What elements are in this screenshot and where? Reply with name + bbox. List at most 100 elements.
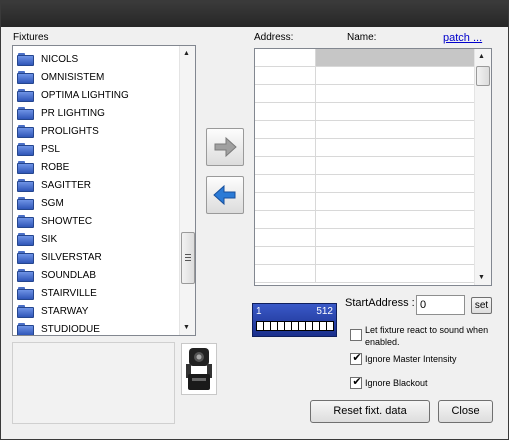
list-item[interactable]: SILVERSTAR: [17, 248, 177, 266]
set-button[interactable]: set: [471, 297, 492, 314]
folder-icon: [17, 142, 35, 157]
table-row[interactable]: [255, 157, 475, 175]
folder-icon: [17, 304, 35, 319]
fixture-manufacturer-label: PROLIGHTS: [41, 125, 99, 137]
table-row[interactable]: [255, 85, 475, 103]
table-row[interactable]: [255, 121, 475, 139]
patch-link[interactable]: patch ...: [443, 32, 482, 44]
list-item[interactable]: STUDIODUE: [17, 320, 177, 335]
fixture-manufacturer-label: STAIRVILLE: [41, 287, 97, 299]
table-row[interactable]: [255, 247, 475, 265]
list-item[interactable]: OPTIMA LIGHTING: [17, 86, 177, 104]
grid-scroll-up-arrow-icon[interactable]: ▲: [478, 53, 485, 60]
remove-fixture-button[interactable]: [206, 176, 244, 214]
list-item[interactable]: SOUNDLAB: [17, 266, 177, 284]
list-item[interactable]: ROBE: [17, 158, 177, 176]
add-fixture-button[interactable]: [206, 128, 244, 166]
fixture-manufacturer-label: STUDIODUE: [41, 323, 100, 335]
dmx-range-start: 1: [256, 306, 262, 317]
fixtures-scrollbar[interactable]: ▲ ▼: [179, 46, 195, 335]
list-item[interactable]: SHOWTEC: [17, 212, 177, 230]
list-item[interactable]: STAIRVILLE: [17, 284, 177, 302]
patch-grid-scrollbar[interactable]: ▲ ▼: [474, 49, 491, 285]
folder-icon: [17, 178, 35, 193]
ignore-blackout-checkbox[interactable]: ✔: [350, 376, 362, 389]
fixture-manufacturer-label: NICOLS: [41, 53, 79, 65]
folder-icon: [17, 322, 35, 335]
fixtures-label: Fixtures: [13, 32, 49, 43]
fixture-info-panel: [12, 342, 175, 424]
folder-icon: [17, 286, 35, 301]
folder-icon: [17, 124, 35, 139]
fixture-manufacturer-label: SAGITTER: [41, 179, 92, 191]
fixture-patch-dialog: Fixtures STUDIODUE STARWAY STAIRVILLE SOUND…: [0, 0, 509, 440]
table-row[interactable]: [255, 229, 475, 247]
fixture-manufacturer-label: ROBE: [41, 161, 70, 173]
table-row[interactable]: [255, 175, 475, 193]
fixture-manufacturer-label: SHOWTEC: [41, 215, 93, 227]
dmx-channel-cells: [256, 321, 334, 331]
folder-icon: [17, 70, 35, 85]
table-row[interactable]: [255, 103, 475, 121]
ignore-blackout-label: Ignore Blackout: [365, 378, 428, 388]
folder-icon: [17, 160, 35, 175]
folder-icon: [17, 196, 35, 211]
list-item[interactable]: SGM: [17, 194, 177, 212]
scroll-down-arrow-icon[interactable]: ▼: [183, 324, 190, 331]
checkmark-icon: ✔: [352, 376, 362, 388]
arrow-right-icon: [214, 136, 237, 158]
folder-icon: [17, 250, 35, 265]
folder-icon: [17, 88, 35, 103]
reset-fixture-data-button[interactable]: Reset fixt. data: [310, 400, 430, 423]
arrow-left-icon: [213, 184, 236, 206]
folder-icon: [17, 106, 35, 121]
list-item[interactable]: OMNISISTEM: [17, 68, 177, 86]
patch-grid-scroll-thumb[interactable]: [476, 66, 490, 86]
scroll-up-arrow-icon[interactable]: ▲: [183, 50, 190, 57]
fixtures-scroll-thumb[interactable]: [181, 232, 195, 284]
dmx-range-indicator: 1 512: [252, 303, 337, 337]
folder-icon: [17, 52, 35, 67]
fixture-manufacturer-label: OMNISISTEM: [41, 71, 105, 83]
list-item[interactable]: PROLIGHTS: [17, 122, 177, 140]
address-header: Address:: [254, 32, 294, 43]
list-item[interactable]: PSL: [17, 140, 177, 158]
fixtures-list[interactable]: STUDIODUE STARWAY STAIRVILLE SOUNDLAB SILVER…: [12, 45, 196, 336]
fixture-manufacturer-label: OPTIMA LIGHTING: [41, 89, 129, 101]
table-row[interactable]: [255, 49, 475, 67]
table-row[interactable]: [255, 211, 475, 229]
list-item[interactable]: NICOLS: [17, 50, 177, 68]
table-row[interactable]: [255, 193, 475, 211]
name-header: Name:: [347, 32, 377, 43]
close-button[interactable]: Close: [438, 400, 493, 423]
patch-grid[interactable]: ▲ ▼: [254, 48, 492, 286]
title-bar[interactable]: [1, 1, 508, 27]
moving-head-icon: [186, 348, 212, 390]
fixture-manufacturer-label: SIK: [41, 233, 58, 245]
dmx-range-end: 512: [316, 306, 333, 317]
checkmark-icon: ✔: [352, 352, 362, 364]
fixture-manufacturer-label: PSL: [41, 143, 60, 155]
list-item[interactable]: SIK: [17, 230, 177, 248]
table-row[interactable]: [255, 67, 475, 85]
react-to-sound-checkbox[interactable]: [350, 329, 362, 341]
fixture-thumbnail: [181, 343, 217, 395]
fixture-manufacturer-label: STARWAY: [41, 305, 89, 317]
table-row[interactable]: [255, 265, 475, 283]
start-address-input[interactable]: [416, 295, 465, 315]
fixture-manufacturer-label: SILVERSTAR: [41, 251, 102, 263]
ignore-master-intensity-label: Ignore Master Intensity: [365, 354, 457, 364]
table-row[interactable]: [255, 139, 475, 157]
folder-icon: [17, 214, 35, 229]
fixture-manufacturer-label: SOUNDLAB: [41, 269, 97, 281]
list-item[interactable]: SAGITTER: [17, 176, 177, 194]
fixture-manufacturer-label: PR LIGHTING: [41, 107, 105, 119]
folder-icon: [17, 268, 35, 283]
list-item[interactable]: STARWAY: [17, 302, 177, 320]
ignore-master-intensity-checkbox[interactable]: ✔: [350, 352, 362, 365]
fixture-manufacturer-label: SGM: [41, 197, 64, 209]
list-item[interactable]: PR LIGHTING: [17, 104, 177, 122]
react-to-sound-label: Let fixture react to sound when enabled.: [365, 325, 489, 347]
start-address-label: StartAddress :: [345, 297, 415, 309]
grid-scroll-down-arrow-icon[interactable]: ▼: [478, 274, 485, 281]
